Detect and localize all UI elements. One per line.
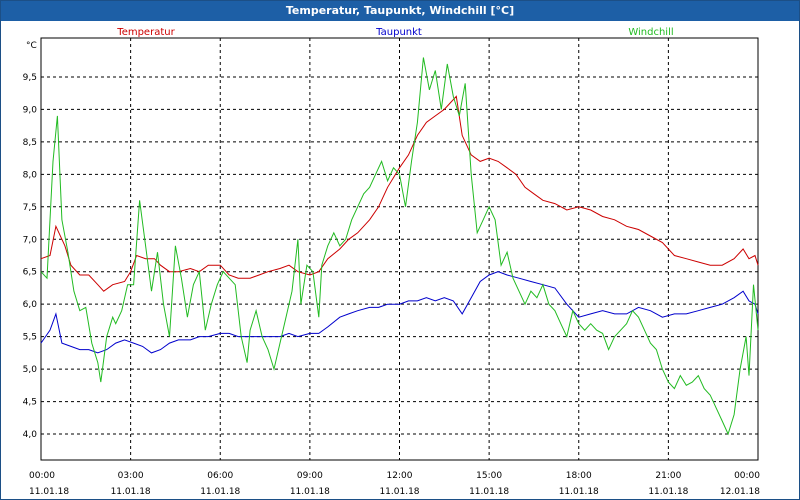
x-tick-time: 06:00 [207,471,233,481]
x-tick-date: 12.01.18 [720,487,760,497]
y-tick-label: 5,5 [23,333,37,343]
x-tick-time: 09:00 [297,471,323,481]
y-tick-label: 7,5 [23,203,37,213]
line-chart: 4,0 4,5 5,0 5,5 6,0 6,5 7,0 7,5 8,0 8,5 9,0 9,5 °C 0… [23,27,761,497]
x-tick-time: 15:00 [476,471,502,481]
legend-windchill: Windchill [628,27,673,38]
y-tick-label: 7,0 [23,235,38,245]
x-tick-date: 11.01.18 [111,487,151,497]
x-tick-time: 12:00 [387,471,413,481]
y-tick-label: 4,5 [23,398,37,408]
x-tick-time: 21:00 [655,471,681,481]
x-tick-date: 11.01.18 [469,487,509,497]
x-tick-date: 11.01.18 [200,487,240,497]
y-tick-label: 6,5 [23,268,37,278]
x-tick-time: 03:00 [118,471,144,481]
y-tick-label: 8,0 [23,170,38,180]
window-title: Temperatur, Taupunkt, Windchill [°C] [1,1,799,21]
grid-lines [40,38,759,460]
chart-window: Temperatur, Taupunkt, Windchill [°C] 4,0… [0,0,800,500]
x-tick-time: 00:00 [734,471,760,481]
legend-temperatur: Temperatur [116,27,175,38]
y-tick-label: 5,0 [23,365,38,375]
legend-taupunkt: Taupunkt [375,27,422,38]
x-tick-time: 18:00 [566,471,592,481]
series-line-windchill [40,57,759,436]
y-axis: 4,0 4,5 5,0 5,5 6,0 6,5 7,0 7,5 8,0 8,5 9,0 9,5 °C [23,41,38,440]
y-tick-label: 6,0 [23,300,38,310]
x-axis: 00:00 11.01.18 03:00 11.01.18 06:00 11.01.18 0… [29,471,760,497]
series-lines [40,57,759,436]
y-tick-label: 9,5 [23,73,37,83]
y-tick-label: 9,0 [23,105,38,115]
y-tick-label: 8,5 [23,138,37,148]
x-tick-date: 11.01.18 [29,487,69,497]
y-tick-label: 4,0 [23,430,38,440]
x-tick-time: 00:00 [29,471,55,481]
x-tick-date: 11.01.18 [290,487,330,497]
x-tick-date: 11.01.18 [559,487,599,497]
x-tick-date: 11.01.18 [379,487,419,497]
legend: Temperatur Taupunkt Windchill [116,27,673,38]
x-tick-date: 11.01.18 [648,487,688,497]
y-axis-unit: °C [26,41,37,51]
